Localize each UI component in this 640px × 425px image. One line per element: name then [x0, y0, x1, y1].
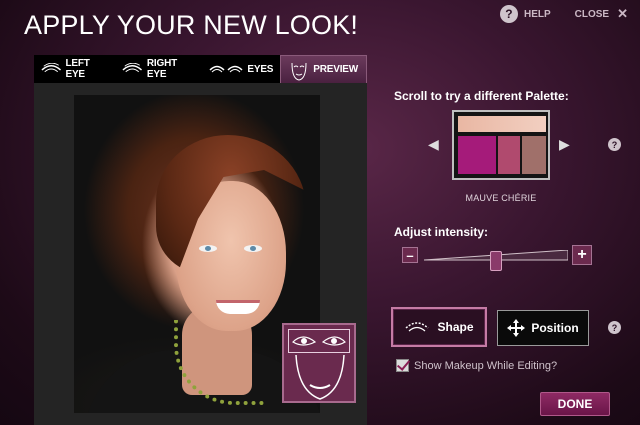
face-outline-icon	[295, 355, 345, 400]
close-link[interactable]: CLOSE	[575, 9, 609, 20]
eyes-region	[288, 329, 350, 353]
eyes-icon	[292, 336, 346, 346]
slider-knob[interactable]	[490, 251, 502, 271]
tools-help-icon[interactable]: ?	[608, 321, 621, 334]
tab-right-eye[interactable]: RIGHT EYE	[115, 55, 202, 83]
tab-label: EYES	[247, 63, 274, 75]
move-icon	[507, 319, 526, 337]
position-label: Position	[531, 321, 579, 335]
tab-label: LEFT EYE	[65, 58, 90, 80]
intensity-slider[interactable]: – +	[402, 244, 596, 271]
face-thumbnail[interactable]	[282, 323, 356, 403]
decrease-intensity-button[interactable]: –	[402, 247, 418, 263]
intensity-label: Adjust intensity:	[394, 225, 489, 239]
tab-bar: LEFT EYE RIGHT EYE EYES PREVIEW	[34, 55, 367, 83]
palette-help-icon[interactable]: ?	[608, 138, 621, 151]
eye-icon	[122, 63, 143, 73]
palette-name: MAUVE CHÉRIE	[465, 193, 537, 203]
close-icon[interactable]: ✕	[617, 6, 628, 22]
tab-left-eye[interactable]: LEFT EYE	[34, 55, 115, 83]
help-icon[interactable]: ?	[499, 5, 518, 23]
tab-eyes[interactable]: EYES	[202, 55, 280, 83]
tab-preview[interactable]: PREVIEW	[280, 55, 367, 83]
top-bar: ? HELP CLOSE ✕	[499, 5, 628, 23]
slider-track[interactable]	[424, 250, 568, 271]
swatch-1	[458, 136, 496, 174]
face-icon	[291, 62, 307, 81]
preview-stage	[34, 83, 367, 425]
swatch-2	[498, 136, 520, 174]
show-makeup-checkbox[interactable]	[396, 359, 409, 372]
done-button[interactable]: DONE	[540, 392, 610, 416]
eye-shape-icon	[405, 322, 429, 332]
help-link[interactable]: HELP	[524, 9, 551, 20]
prev-palette-arrow[interactable]: ◀	[428, 136, 439, 153]
shape-button[interactable]: Shape	[391, 307, 487, 347]
page-title: APPLY YOUR NEW LOOK!	[24, 10, 359, 40]
position-button[interactable]: Position	[497, 310, 589, 346]
tab-label: PREVIEW	[313, 64, 358, 75]
increase-intensity-button[interactable]: +	[572, 245, 592, 265]
swatch-top	[458, 116, 546, 132]
eyes-icon	[209, 65, 243, 73]
palette-label: Scroll to try a different Palette:	[394, 89, 569, 103]
next-palette-arrow[interactable]: ▶	[559, 136, 570, 153]
swatch-3	[522, 136, 546, 174]
tab-label: RIGHT EYE	[146, 58, 177, 80]
shape-label: Shape	[437, 320, 474, 334]
show-makeup-label: Show Makeup While Editing?	[414, 359, 558, 372]
eye-icon	[41, 63, 62, 73]
palette-swatch[interactable]	[452, 110, 550, 180]
show-makeup-toggle[interactable]: Show Makeup While Editing?	[396, 359, 557, 372]
